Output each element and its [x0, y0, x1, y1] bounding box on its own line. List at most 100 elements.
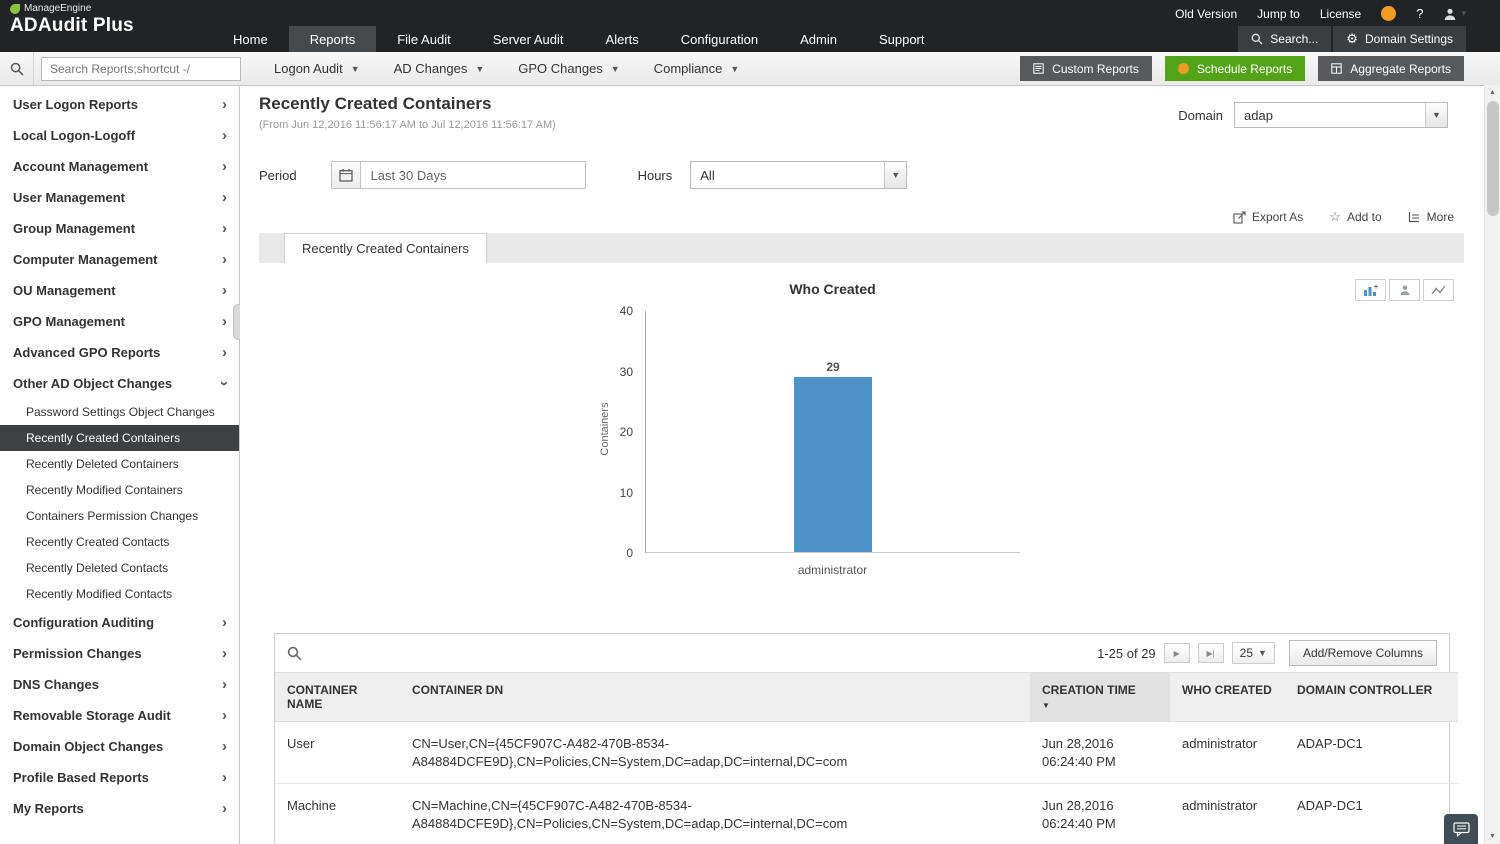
gear-icon: ⚙ [1346, 31, 1358, 46]
nav-item-home[interactable]: Home [212, 26, 289, 52]
chevron-right-icon: › [222, 344, 227, 361]
jump-to-link[interactable]: Jump to [1257, 7, 1300, 21]
chevron-right-icon: › [222, 220, 227, 237]
export-as-button[interactable]: Export As [1233, 209, 1303, 225]
sidebar-item-recently-created-contacts[interactable]: Recently Created Contacts [0, 529, 239, 555]
next-page-button[interactable]: ▶ [1163, 643, 1190, 663]
schedule-reports-button[interactable]: Schedule Reports [1164, 56, 1306, 81]
utility-links: Old Version Jump to License ? ▾ [1175, 0, 1466, 27]
vertical-scrollbar[interactable]: ▲ ▼ [1484, 85, 1500, 844]
nav-item-alerts[interactable]: Alerts [585, 26, 660, 52]
sidebar-item-user-logon-reports[interactable]: User Logon Reports › [0, 89, 239, 120]
chart-type-bar-button[interactable] [1355, 279, 1386, 301]
sidebar-item-ou-management[interactable]: OU Management › [0, 275, 239, 306]
page-size-select[interactable]: 25 ▼ [1231, 642, 1275, 664]
sidebar-item-containers-permission-changes[interactable]: Containers Permission Changes [0, 503, 239, 529]
domain-select[interactable]: adap ▼ [1234, 102, 1448, 128]
menu-compliance[interactable]: Compliance ▼ [637, 52, 757, 85]
chevron-right-icon: › [222, 738, 227, 755]
sidebar-item-other-ad-object-changes[interactable]: Other AD Object Changes › [0, 368, 239, 399]
sidebar-item-account-management[interactable]: Account Management › [0, 151, 239, 182]
sidebar-item-recently-deleted-contacts[interactable]: Recently Deleted Contacts [0, 555, 239, 581]
cell-creation-time: Jun 28,2016 06:24:40 PM [1030, 783, 1170, 844]
calendar-button[interactable] [330, 161, 361, 189]
column-header-creation-time[interactable]: CREATION TIME ▼ [1030, 672, 1170, 722]
notification-icon[interactable] [1381, 6, 1397, 21]
more-button[interactable]: More [1408, 209, 1454, 225]
table-row[interactable]: Machine CN=Machine,CN={45CF907C-A482-470… [275, 783, 1458, 844]
sidebar-item-profile-based-reports[interactable]: Profile Based Reports › [0, 762, 239, 793]
sidebar-item-recently-modified-contacts[interactable]: Recently Modified Contacts [0, 581, 239, 607]
chart-type-line-button[interactable] [1423, 279, 1454, 301]
add-remove-columns-button[interactable]: Add/Remove Columns [1288, 640, 1437, 666]
user-account-menu[interactable]: ▾ [1443, 7, 1466, 21]
support-chat-button[interactable] [1444, 814, 1478, 844]
sidebar-item-recently-modified-containers[interactable]: Recently Modified Containers [0, 477, 239, 503]
sidebar-item-domain-object-changes[interactable]: Domain Object Changes › [0, 731, 239, 762]
chevron-right-icon: › [222, 800, 227, 817]
sidebar-item-group-management[interactable]: Group Management › [0, 213, 239, 244]
nav-item-support[interactable]: Support [858, 26, 946, 52]
sidebar-item-recently-created-containers[interactable]: Recently Created Containers [0, 425, 239, 451]
menu-gpo-changes[interactable]: GPO Changes ▼ [501, 52, 636, 85]
tab-recently-created-containers[interactable]: Recently Created Containers [284, 233, 487, 263]
sidebar-collapse-handle[interactable] [233, 304, 240, 340]
sidebar-item-permission-changes[interactable]: Permission Changes › [0, 638, 239, 669]
sidebar-item-advanced-gpo-reports[interactable]: Advanced GPO Reports › [0, 337, 239, 368]
chart-title: Who Created [789, 281, 876, 297]
cell-creation-time: Jun 28,2016 06:24:40 PM [1030, 721, 1170, 785]
search-icon [287, 646, 302, 660]
report-search-input[interactable] [41, 56, 241, 81]
sidebar-item-dns-changes[interactable]: DNS Changes › [0, 669, 239, 700]
chart-user-summary-button[interactable] [1389, 279, 1420, 301]
nav-item-configuration[interactable]: Configuration [660, 26, 779, 52]
sidebar-item-password-settings-object-changes[interactable]: Password Settings Object Changes [0, 399, 239, 425]
sidebar-item-gpo-management[interactable]: GPO Management › [0, 306, 239, 337]
nav-item-admin[interactable]: Admin [779, 26, 858, 52]
chevron-right-icon: › [222, 614, 227, 631]
sidebar-item-configuration-auditing[interactable]: Configuration Auditing › [0, 607, 239, 638]
domain-settings-button[interactable]: ⚙ Domain Settings [1333, 26, 1466, 52]
main-nav: Home Reports File Audit Server Audit Ale… [212, 26, 1500, 52]
sidebar-item-removable-storage-audit[interactable]: Removable Storage Audit › [0, 700, 239, 731]
nav-item-reports[interactable]: Reports [288, 26, 377, 52]
period-value[interactable]: Last 30 Days [360, 161, 586, 189]
scroll-up-icon[interactable]: ▲ [1485, 85, 1500, 100]
cell-container-dn: CN=Machine,CN={45CF907C-A482-470B-8534-A… [400, 783, 1030, 844]
table-row[interactable]: User CN=User,CN={45CF907C-A482-470B-8534… [275, 721, 1458, 785]
custom-reports-button[interactable]: Custom Reports [1020, 56, 1152, 81]
sidebar-item-user-management[interactable]: User Management › [0, 182, 239, 213]
menu-logon-audit[interactable]: Logon Audit ▼ [257, 52, 377, 85]
license-link[interactable]: License [1320, 7, 1361, 21]
sidebar-item-computer-management[interactable]: Computer Management › [0, 244, 239, 275]
scroll-down-icon[interactable]: ▼ [1485, 829, 1500, 844]
brand-manageengine: ManageEngine [24, 3, 92, 14]
report-icon [1033, 63, 1044, 74]
aggregate-reports-button[interactable]: Aggregate Reports [1318, 56, 1464, 81]
sidebar-item-my-reports[interactable]: My Reports › [0, 793, 239, 824]
nav-item-file-audit[interactable]: File Audit [376, 26, 471, 52]
column-header-domain-controller[interactable]: DOMAIN CONTROLLER [1285, 672, 1458, 722]
bar-administrator[interactable]: 29 [794, 360, 872, 552]
column-header-container-name[interactable]: CONTAINER NAME [275, 672, 400, 722]
add-to-button[interactable]: ☆ Add to [1329, 209, 1381, 225]
sidebar-item-local-logon-logoff[interactable]: Local Logon-Logoff › [0, 120, 239, 151]
last-page-button[interactable]: ▶| [1197, 643, 1224, 663]
table-search-button[interactable] [287, 646, 302, 661]
cell-domain-controller: ADAP-DC1 [1285, 783, 1458, 844]
help-icon[interactable]: ? [1416, 6, 1423, 21]
column-header-container-dn[interactable]: CONTAINER DN [400, 672, 1030, 722]
nav-item-server-audit[interactable]: Server Audit [472, 26, 585, 52]
column-header-who-created[interactable]: WHO CREATED [1170, 672, 1285, 722]
global-search-button[interactable]: Search... [1238, 26, 1332, 52]
report-search-button[interactable] [0, 52, 34, 85]
chevron-down-icon: ▼ [1258, 648, 1267, 658]
sidebar-item-recently-deleted-containers[interactable]: Recently Deleted Containers [0, 451, 239, 477]
export-icon [1233, 210, 1246, 224]
hours-select[interactable]: All ▼ [690, 161, 908, 189]
cell-container-name: User [275, 721, 400, 785]
scrollbar-thumb[interactable] [1487, 101, 1499, 216]
menu-ad-changes[interactable]: AD Changes ▼ [377, 52, 502, 85]
clock-icon [1177, 63, 1189, 74]
old-version-link[interactable]: Old Version [1175, 7, 1237, 21]
